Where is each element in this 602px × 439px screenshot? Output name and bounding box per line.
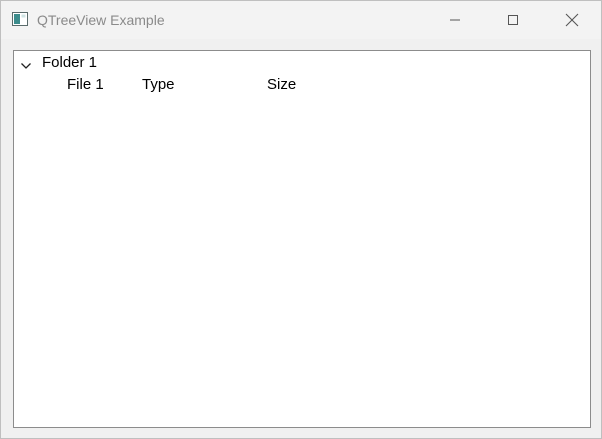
maximize-button[interactable] [490, 1, 536, 39]
app-window-icon [12, 12, 28, 26]
file-size-cell: Size [267, 76, 297, 93]
maximize-icon [507, 14, 519, 26]
minimize-icon [449, 14, 461, 26]
window-title: QTreeView Example [37, 12, 165, 28]
file-type-cell: Type [142, 76, 175, 93]
file-name-cell: File 1 [67, 76, 104, 93]
folder-label: Folder 1 [42, 54, 98, 71]
chevron-down-icon[interactable] [20, 57, 32, 69]
main-window: QTreeView Example Folder 1 File 1 Type S… [0, 0, 602, 439]
tree-item-file-1[interactable]: File 1 Type Size [14, 74, 590, 96]
close-button[interactable] [549, 1, 595, 39]
title-bar[interactable]: QTreeView Example [1, 1, 601, 39]
tree-item-folder-1[interactable]: Folder 1 [14, 52, 590, 74]
tree-view[interactable]: Folder 1 File 1 Type Size [13, 50, 591, 428]
close-icon [565, 13, 579, 27]
minimize-button[interactable] [432, 1, 478, 39]
